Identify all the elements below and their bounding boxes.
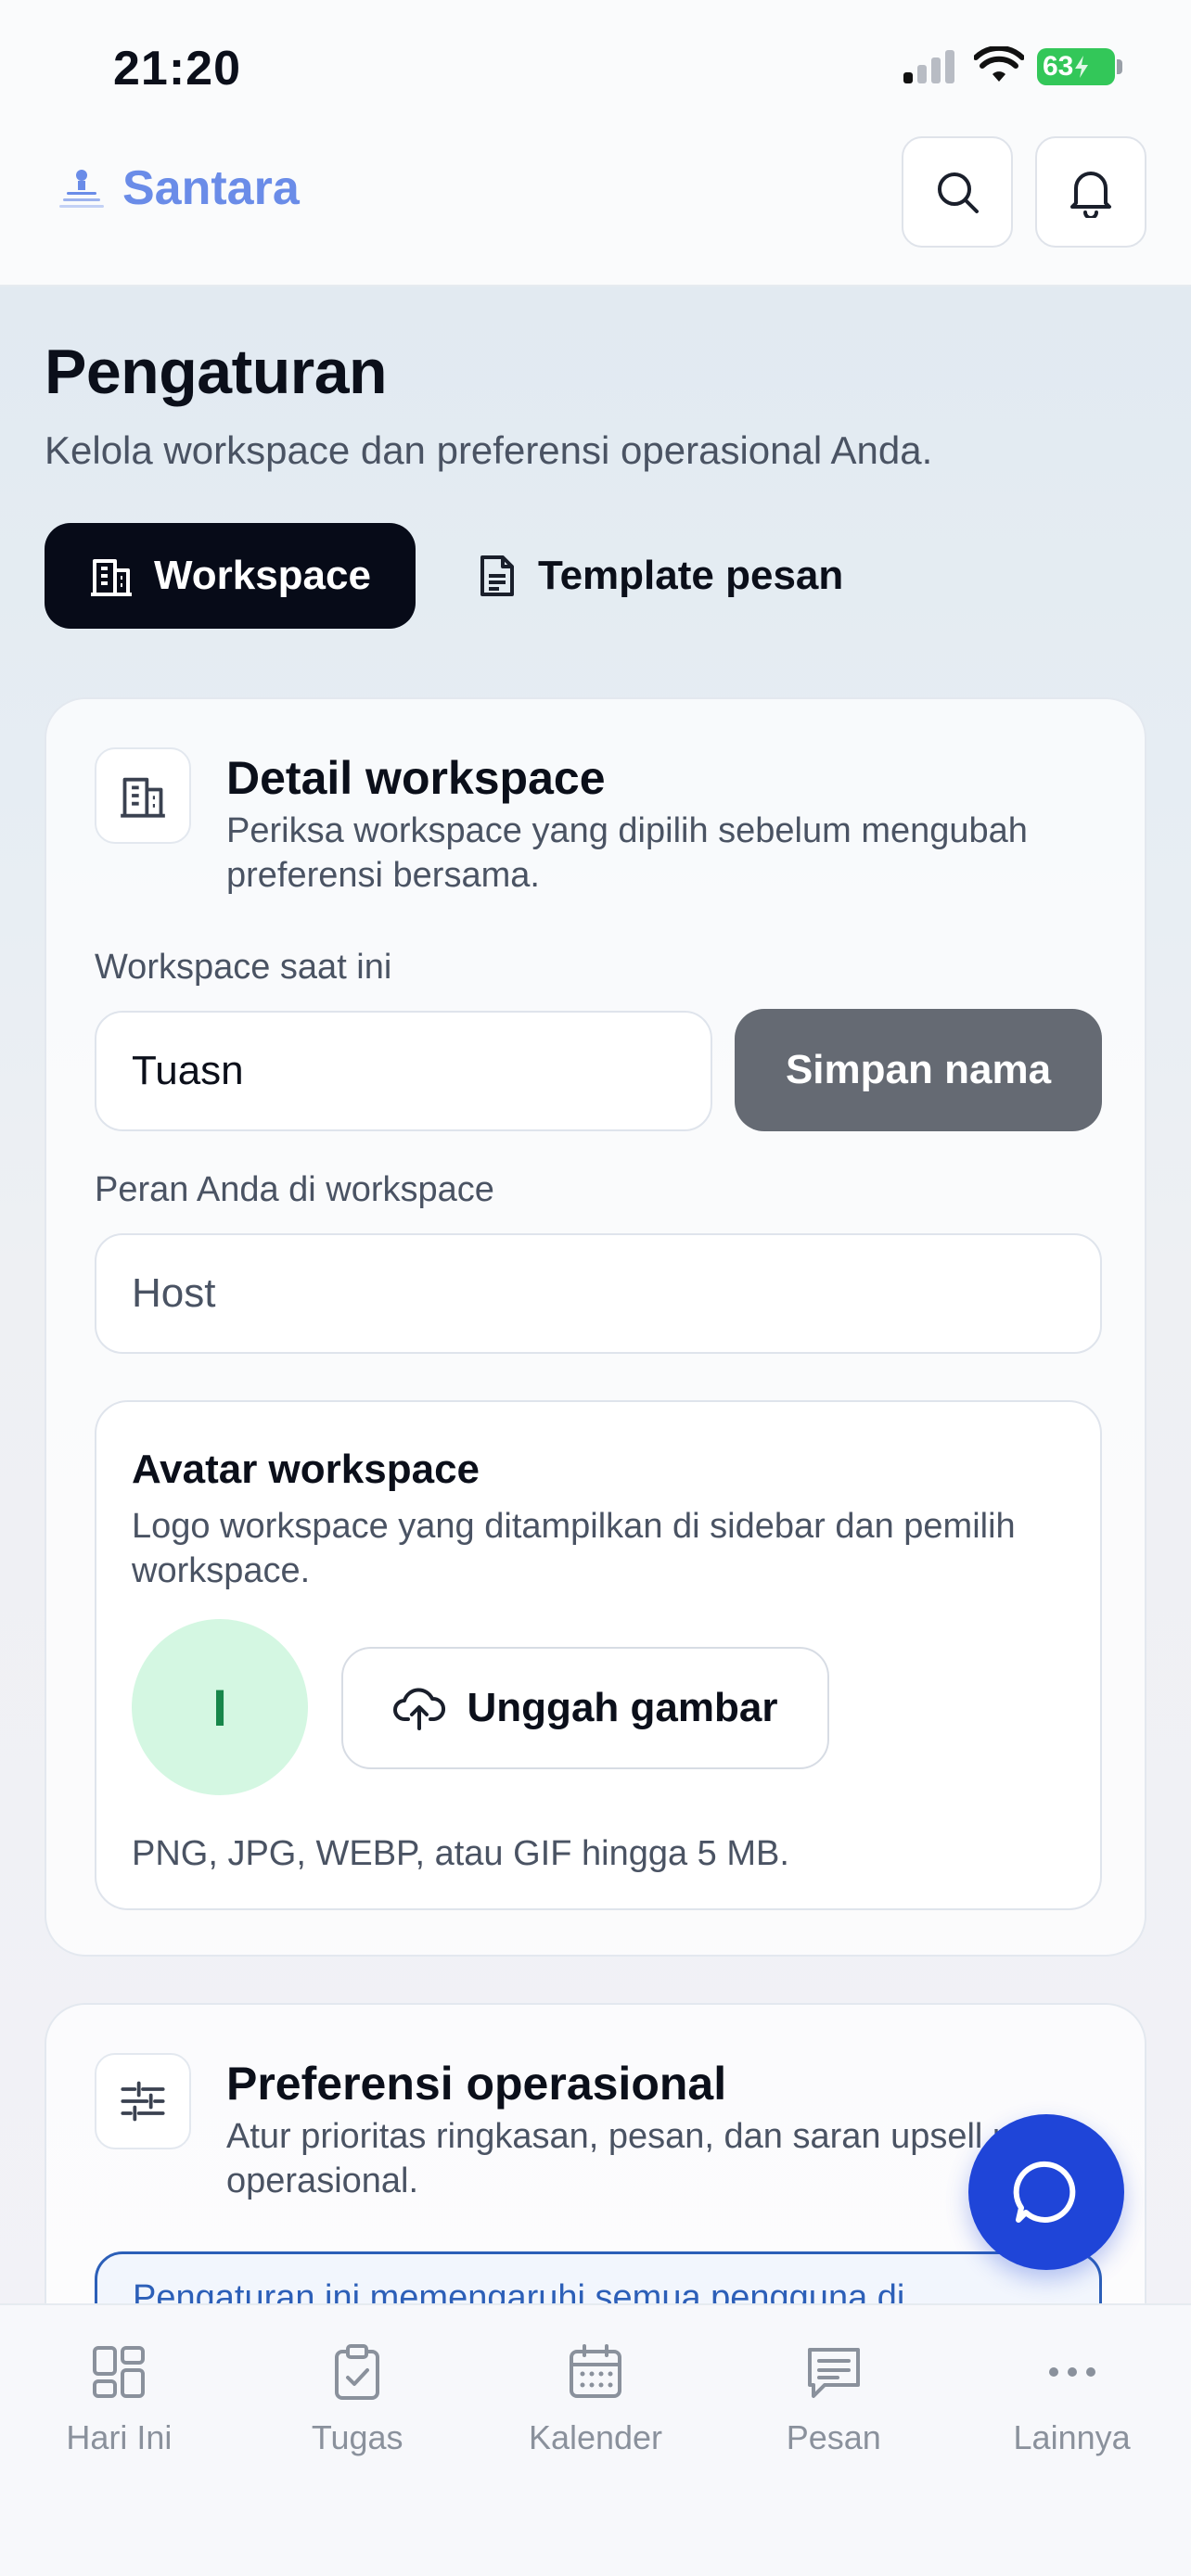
avatar-title: Avatar workspace <box>132 1447 480 1492</box>
workspace-avatar: I <box>132 1619 308 1795</box>
tab-template-label: Template pesan <box>537 553 844 598</box>
status-bar: 21:20 63 <box>0 0 1191 134</box>
tab-workspace-label: Workspace <box>154 553 371 598</box>
chat-fab-button[interactable] <box>968 2114 1124 2270</box>
wifi-icon <box>974 46 1024 82</box>
current-workspace-label: Workspace saat ini <box>95 948 392 987</box>
grid-icon <box>93 2346 146 2398</box>
workspace-card-icon <box>95 747 191 844</box>
role-value: Host <box>132 1270 216 1316</box>
brand[interactable]: Santara <box>58 160 300 216</box>
calendar-icon <box>569 2344 621 2398</box>
page-subtitle: Kelola workspace dan preferensi operasio… <box>45 428 933 472</box>
nav-item-tugas[interactable]: Tugas <box>238 2305 477 2576</box>
brand-name: Santara <box>122 161 300 215</box>
nav-item-hari-ini[interactable]: Hari Ini <box>0 2305 238 2576</box>
clipboard-check-icon <box>335 2344 380 2400</box>
nav-item-pesan[interactable]: Pesan <box>714 2305 953 2576</box>
nav-item-kalender[interactable]: Kalender <box>477 2305 715 2576</box>
bottom-navigation: Hari Ini Tugas Kalender Pesan Lainnya <box>0 2303 1191 2576</box>
role-field: Host <box>95 1233 1102 1354</box>
search-icon <box>938 172 979 213</box>
more-icon <box>1048 2367 1095 2377</box>
save-name-button[interactable]: Simpan nama <box>735 1009 1102 1131</box>
battery-nub <box>1117 59 1122 74</box>
workspace-detail-card: Detail workspace Periksa workspace yang … <box>45 697 1146 1957</box>
nav-label: Kalender <box>528 2418 663 2456</box>
app-header: Santara <box>0 134 1191 287</box>
search-button[interactable] <box>902 136 1013 248</box>
card-title: Detail workspace <box>226 752 606 804</box>
upload-label: Unggah gambar <box>467 1685 778 1730</box>
charging-icon <box>1075 56 1089 78</box>
chat-bubble-icon <box>1013 2161 1076 2223</box>
upload-hint: PNG, JPG, WEBP, atau GIF hingga 5 MB. <box>132 1834 789 1873</box>
tab-workspace[interactable]: Workspace <box>45 523 416 629</box>
nav-item-lainnya[interactable]: Lainnya <box>953 2305 1191 2576</box>
prefs-card-icon <box>95 2053 191 2149</box>
building-icon <box>91 559 132 596</box>
nav-label: Hari Ini <box>66 2418 173 2456</box>
signal-icon <box>903 50 954 83</box>
brand-logo-icon <box>59 170 104 208</box>
nav-label: Pesan <box>786 2418 881 2456</box>
workspace-name-input[interactable]: Tuasn <box>95 1011 712 1131</box>
workspace-name-value: Tuasn <box>132 1048 244 1093</box>
role-label: Peran Anda di workspace <box>95 1170 494 1209</box>
notifications-button[interactable] <box>1035 136 1146 248</box>
nav-label: Tugas <box>311 2418 403 2456</box>
card-description: Periksa workspace yang dipilih sebelum m… <box>226 811 1028 895</box>
page-title: Pengaturan <box>45 337 388 407</box>
tab-template-pesan[interactable]: Template pesan <box>432 523 888 629</box>
settings-tabs: Workspace Template pesan <box>45 523 888 629</box>
cloud-upload-icon <box>392 1688 445 1730</box>
battery-level: 63 <box>1043 51 1074 82</box>
document-icon <box>480 555 514 596</box>
message-icon <box>807 2348 860 2398</box>
upload-image-button[interactable]: Unggah gambar <box>341 1647 829 1769</box>
bell-icon <box>1070 172 1111 218</box>
avatar-section: Avatar workspace Logo workspace yang dit… <box>95 1400 1102 1910</box>
card-title: Preferensi operasional <box>226 2058 727 2110</box>
battery-indicator: 63 <box>1037 48 1115 85</box>
sliders-icon <box>121 2081 165 2122</box>
building-icon <box>121 777 165 818</box>
nav-label: Lainnya <box>1013 2418 1131 2456</box>
status-time: 21:20 <box>113 42 241 96</box>
avatar-description: Logo workspace yang ditampilkan di sideb… <box>132 1507 1016 1590</box>
